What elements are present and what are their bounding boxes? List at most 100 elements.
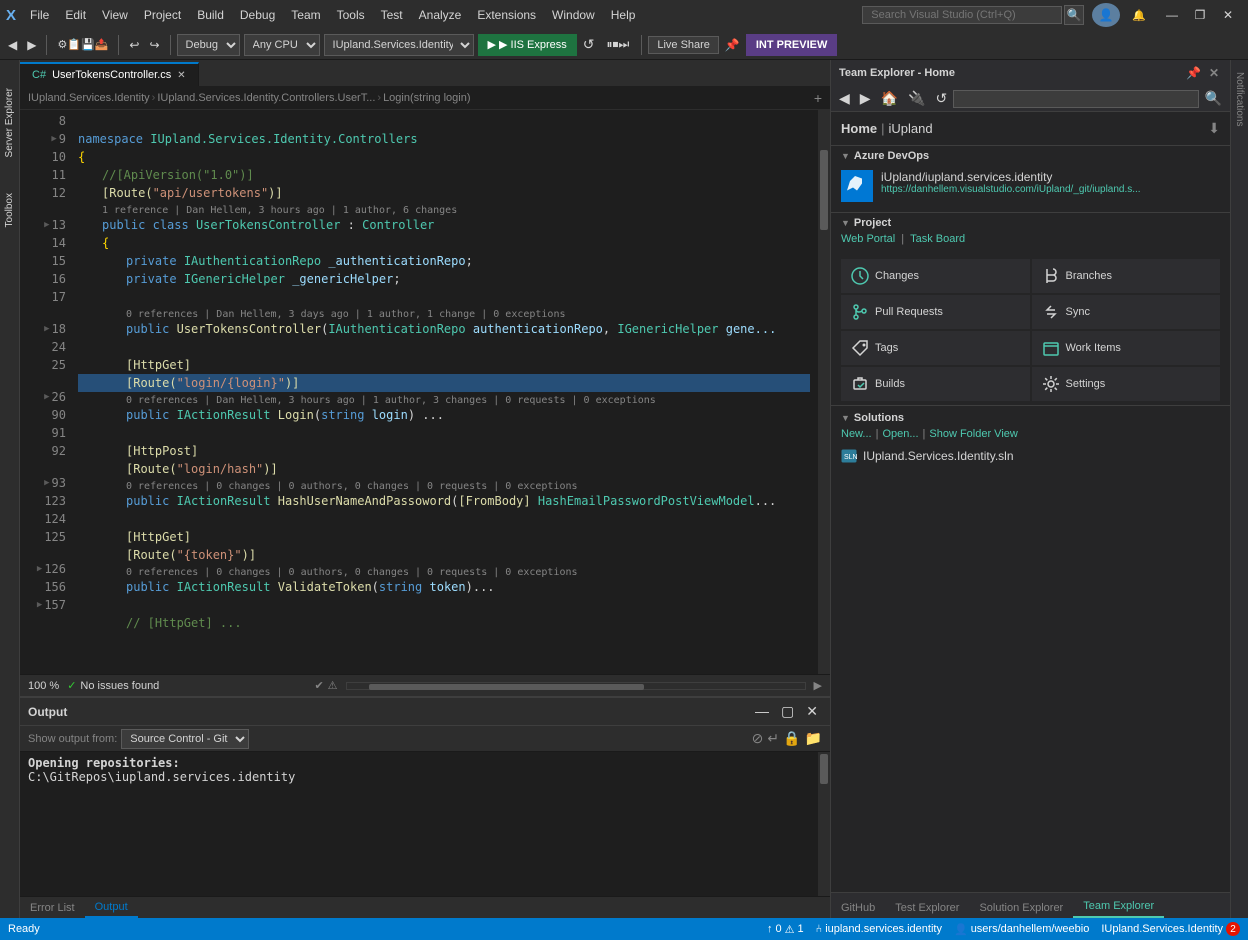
errors-status[interactable]: ↑ 0 ⚠ 1 xyxy=(767,923,804,936)
work-items-button[interactable]: Work Items xyxy=(1032,331,1221,365)
breadcrumb-method[interactable]: Login(string login) xyxy=(383,92,470,104)
changes-button[interactable]: Changes xyxy=(841,259,1030,293)
settings-button[interactable]: Settings xyxy=(1032,367,1221,401)
nav-back-button[interactable]: ◀ xyxy=(4,36,21,54)
code-content[interactable]: namespace IUpland.Services.Identity.Cont… xyxy=(70,110,818,674)
lock-scroll-icon[interactable]: 🔒 xyxy=(783,730,800,747)
breadcrumb-project[interactable]: IUpland.Services.Identity xyxy=(28,92,150,104)
tab-close-icon[interactable]: ✕ xyxy=(177,70,185,81)
output-close-icon[interactable]: ✕ xyxy=(802,703,822,720)
undo-button[interactable]: ↩ xyxy=(125,36,143,54)
panel-search-icon[interactable]: 🔍 xyxy=(1201,88,1226,109)
project-status[interactable]: IUpland.Services.Identity 2 xyxy=(1101,922,1240,936)
pin-button[interactable]: 📌 xyxy=(721,36,744,54)
avatar[interactable]: 👤 xyxy=(1092,3,1120,27)
task-board-link[interactable]: Task Board xyxy=(910,233,965,245)
restore-button[interactable]: ❐ xyxy=(1186,1,1214,29)
panel-close-icon[interactable]: ✕ xyxy=(1206,66,1222,80)
panel-tab-github[interactable]: GitHub xyxy=(831,898,885,918)
scroll-right-btn[interactable]: ▶ xyxy=(814,679,822,692)
output-maximize-icon[interactable]: ▢ xyxy=(777,703,798,720)
run-button[interactable]: ▶ ▶ IIS Express xyxy=(478,34,577,56)
refresh-button[interactable]: ↺ xyxy=(579,34,599,55)
forward-nav-icon[interactable]: ▶ xyxy=(856,88,875,109)
solutions-folder-link[interactable]: Show Folder View xyxy=(929,428,1017,440)
solutions-open-link[interactable]: Open... xyxy=(882,428,918,440)
azure-repo-link[interactable]: https://danhellem.visualstudio.com/iUpla… xyxy=(881,184,1161,195)
notifications-button[interactable]: 🔔 xyxy=(1124,5,1154,26)
branches-button[interactable]: Branches xyxy=(1032,259,1221,293)
output-source-dropdown[interactable]: Source Control - Git xyxy=(121,729,249,749)
tab-usertokens[interactable]: C# UserTokensController.cs ✕ xyxy=(20,62,199,86)
notifications-label[interactable]: Notifications xyxy=(1234,72,1245,126)
output-scrollbar-thumb[interactable] xyxy=(820,754,828,784)
target-dropdown[interactable]: IUpland.Services.Identity xyxy=(324,34,474,56)
zoom-level[interactable]: 100 % xyxy=(28,680,59,692)
menu-build[interactable]: Build xyxy=(189,4,232,26)
platform-dropdown[interactable]: Any CPU xyxy=(244,34,320,56)
breadcrumb-class[interactable]: IUpland.Services.Identity.Controllers.Us… xyxy=(157,92,375,104)
tags-button[interactable]: Tags xyxy=(841,331,1030,365)
project-section-header[interactable]: ▼ Project xyxy=(841,217,1220,229)
builds-button[interactable]: Builds xyxy=(841,367,1030,401)
toolbar-icons-group[interactable]: ⚙📋💾📤 xyxy=(53,36,112,53)
nav-forward-button[interactable]: ▶ xyxy=(23,36,40,54)
panel-search-input[interactable] xyxy=(953,90,1198,108)
menu-test[interactable]: Test xyxy=(373,4,411,26)
redo-button[interactable]: ↪ xyxy=(145,36,163,54)
debug-controls[interactable]: ⏸⏹⏭ xyxy=(601,35,636,54)
solutions-new-link[interactable]: New... xyxy=(841,428,872,440)
search-button[interactable]: 🔍 xyxy=(1064,5,1084,25)
menu-tools[interactable]: Tools xyxy=(329,4,373,26)
panel-pin-icon[interactable]: 📌 xyxy=(1183,66,1204,80)
sync-button[interactable]: Sync xyxy=(1032,295,1221,329)
search-input[interactable] xyxy=(862,6,1062,24)
output-content[interactable]: Opening repositories: C:\GitRepos\iuplan… xyxy=(20,752,818,896)
tab-error-list[interactable]: Error List xyxy=(20,899,85,917)
live-share-button[interactable]: Live Share xyxy=(648,36,719,54)
tab-output[interactable]: Output xyxy=(85,898,138,918)
scrollbar-thumb-v[interactable] xyxy=(820,150,828,230)
output-line-1: Opening repositories: xyxy=(28,756,810,770)
menu-file[interactable]: File xyxy=(22,4,57,26)
branch-status[interactable]: ⑃ iupland.services.identity xyxy=(816,923,942,935)
word-wrap-icon[interactable]: ↵ xyxy=(767,730,779,747)
solutions-section-header[interactable]: ▼ Solutions xyxy=(841,412,1220,424)
menu-project[interactable]: Project xyxy=(136,4,189,26)
add-breadcrumb-icon[interactable]: + xyxy=(814,90,822,106)
azure-section-header[interactable]: ▼ Azure DevOps xyxy=(841,150,1220,162)
int-preview-button[interactable]: INT PREVIEW xyxy=(746,34,838,56)
user-status[interactable]: 👤 users/danhellem/weebio xyxy=(954,923,1089,936)
menu-window[interactable]: Window xyxy=(544,4,603,26)
scrollbar-thumb-h[interactable] xyxy=(369,684,644,690)
solution-item[interactable]: SLN IUpland.Services.Identity.sln xyxy=(841,446,1220,466)
clear-output-icon[interactable]: ⊘ xyxy=(752,730,764,747)
code-scrollbar-h[interactable] xyxy=(346,682,806,690)
toolbox-label[interactable]: Toolbox xyxy=(2,185,17,235)
menu-team[interactable]: Team xyxy=(283,4,328,26)
config-dropdown[interactable]: Debug xyxy=(177,34,240,56)
menu-view[interactable]: View xyxy=(94,4,136,26)
panel-options-icon[interactable]: ⬇ xyxy=(1208,120,1220,137)
panel-tab-test-explorer[interactable]: Test Explorer xyxy=(885,898,969,918)
close-button[interactable]: ✕ xyxy=(1214,1,1242,29)
back-nav-icon[interactable]: ◀ xyxy=(835,88,854,109)
menu-extensions[interactable]: Extensions xyxy=(469,4,544,26)
pull-requests-button[interactable]: Pull Requests xyxy=(841,295,1030,329)
output-minimize-icon[interactable]: — xyxy=(751,703,773,720)
code-scrollbar-v[interactable] xyxy=(818,110,830,674)
open-folder-icon[interactable]: 📁 xyxy=(805,730,822,747)
panel-tab-team-explorer[interactable]: Team Explorer xyxy=(1073,896,1164,918)
refresh-panel-icon[interactable]: ↺ xyxy=(931,88,951,109)
minimize-button[interactable]: — xyxy=(1158,1,1186,29)
output-scrollbar-v[interactable] xyxy=(818,752,830,896)
panel-tab-solution-explorer[interactable]: Solution Explorer xyxy=(969,898,1073,918)
home-icon[interactable]: 🏠 xyxy=(877,88,902,109)
menu-analyze[interactable]: Analyze xyxy=(411,4,470,26)
connect-icon[interactable]: 🔌 xyxy=(904,88,929,109)
menu-edit[interactable]: Edit xyxy=(57,4,94,26)
menu-help[interactable]: Help xyxy=(603,4,644,26)
server-explorer-label[interactable]: Server Explorer xyxy=(2,80,17,165)
web-portal-link[interactable]: Web Portal xyxy=(841,233,895,245)
menu-debug[interactable]: Debug xyxy=(232,4,283,26)
